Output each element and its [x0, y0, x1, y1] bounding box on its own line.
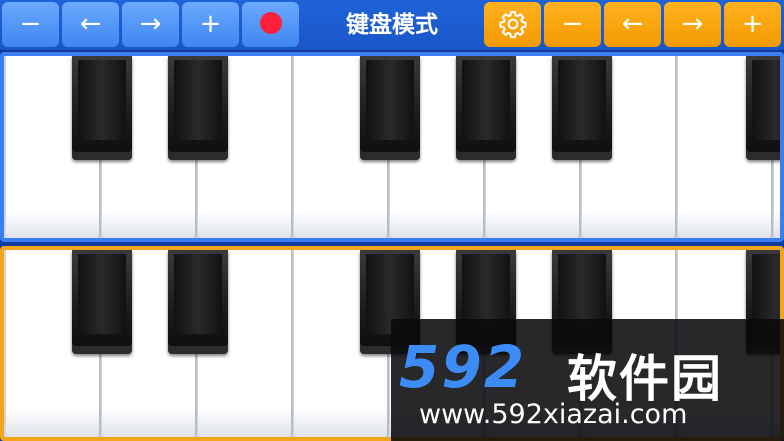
- black-key[interactable]: [746, 56, 780, 160]
- black-key[interactable]: [360, 56, 420, 160]
- black-key[interactable]: [72, 250, 132, 354]
- record-dot-icon: [259, 11, 282, 34]
- toolbar: − ← → + 键盘模式 − ← → +: [0, 0, 784, 50]
- black-key[interactable]: [168, 56, 228, 160]
- shift-right-button-top[interactable]: →: [122, 2, 179, 47]
- increase-octave-button-top[interactable]: +: [182, 2, 239, 47]
- black-key[interactable]: [72, 56, 132, 160]
- decrease-octave-button-top[interactable]: −: [2, 2, 59, 47]
- top-keyboard: [0, 52, 784, 242]
- increase-octave-button-bottom[interactable]: +: [724, 2, 781, 47]
- black-key[interactable]: [456, 56, 516, 160]
- gear-icon: [499, 11, 526, 39]
- shift-left-button-bottom[interactable]: ←: [604, 2, 661, 47]
- watermark-url: www.592xiazai.com: [419, 399, 688, 430]
- black-key[interactable]: [552, 56, 612, 160]
- record-button[interactable]: [242, 2, 299, 47]
- decrease-octave-button-bottom[interactable]: −: [544, 2, 601, 47]
- shift-left-button-top[interactable]: ←: [62, 2, 119, 47]
- settings-button[interactable]: [484, 2, 541, 47]
- watermark: 592 软件园 www.592xiazai.com: [391, 319, 784, 441]
- page-title: 键盘模式: [346, 12, 438, 38]
- watermark-logo-number: 592: [399, 333, 527, 401]
- black-key[interactable]: [168, 250, 228, 354]
- shift-right-button-bottom[interactable]: →: [664, 2, 721, 47]
